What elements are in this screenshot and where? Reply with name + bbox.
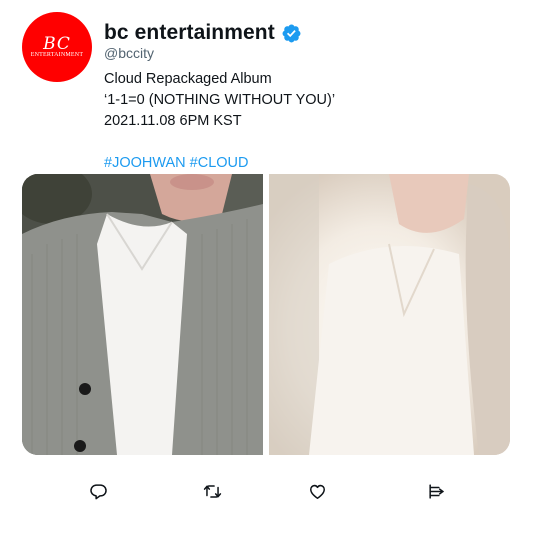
photo-1[interactable] xyxy=(22,174,263,455)
media-grid xyxy=(22,174,510,455)
photo-1-image xyxy=(22,174,263,455)
share-button[interactable] xyxy=(422,480,450,508)
photo-2-image xyxy=(269,174,510,455)
name-row: bc entertainment xyxy=(104,19,302,47)
brand-logo-mark: BC xyxy=(43,33,71,54)
tweet-text: Cloud Repackaged Album ‘1-1=0 (NOTHING W… xyxy=(104,69,335,174)
hashtag-link[interactable]: #JOOHWAN xyxy=(104,155,186,171)
tweet-header: bc entertainment @bccity xyxy=(104,19,302,61)
like-button[interactable] xyxy=(303,480,331,508)
hashtag-link[interactable]: #CLOUD xyxy=(190,155,249,171)
reply-icon xyxy=(89,482,108,506)
user-handle[interactable]: @bccity xyxy=(104,45,302,61)
tweet-line-date: 2021.11.08 6PM KST xyxy=(104,113,242,129)
verified-badge-icon xyxy=(281,23,302,44)
retweet-icon xyxy=(203,482,222,506)
photo-2[interactable] xyxy=(269,174,510,455)
reply-button[interactable] xyxy=(84,480,112,508)
brand-logo-subtext: ENTERTAINMENT xyxy=(30,51,84,58)
share-icon xyxy=(427,482,446,506)
action-bar xyxy=(0,480,540,510)
display-name[interactable]: bc entertainment xyxy=(104,21,275,45)
heart-icon xyxy=(308,482,327,506)
tweet-line-title: ‘1-1=0 (NOTHING WITHOUT YOU)’ xyxy=(104,92,336,108)
tweet-line-album: Cloud Repackaged Album xyxy=(104,71,272,87)
retweet-button[interactable] xyxy=(198,480,226,508)
avatar[interactable]: BC ENTERTAINMENT xyxy=(22,12,92,82)
hashtags: #JOOHWAN #CLOUD xyxy=(104,153,335,174)
